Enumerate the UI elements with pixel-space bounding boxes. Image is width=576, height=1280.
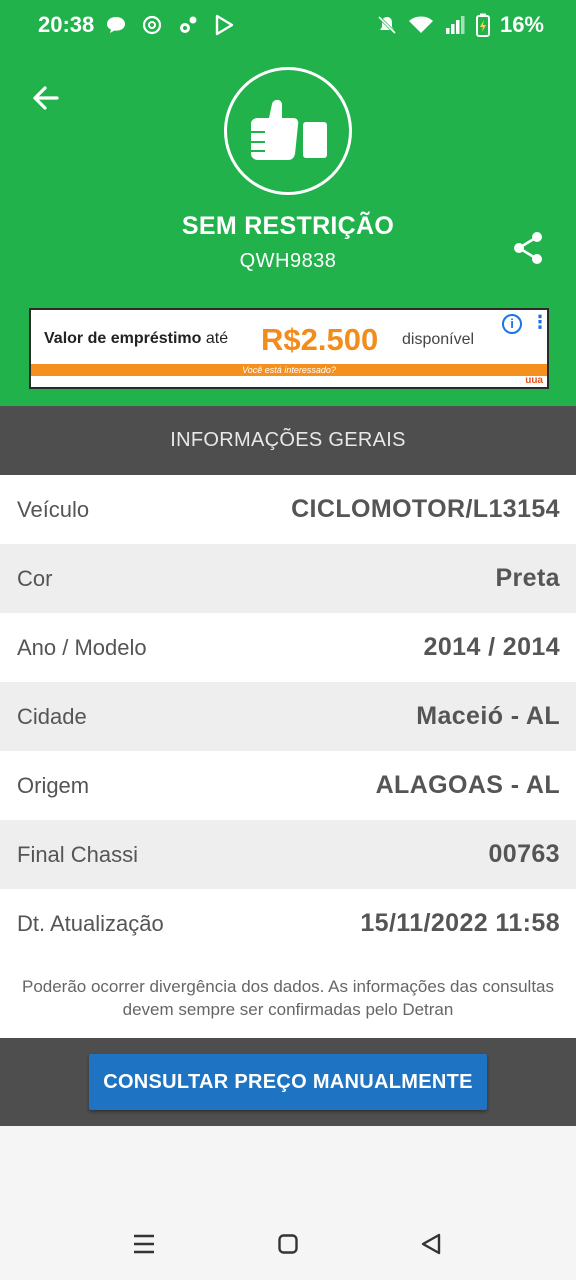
chat-icon [104, 12, 128, 38]
share-icon [514, 232, 542, 264]
info-label: Dt. Atualização [17, 910, 164, 936]
back-button[interactable] [26, 78, 66, 118]
info-value: 2014 / 2014 [423, 633, 560, 661]
ad-strip: Você está interessado? [31, 364, 547, 376]
thumbs-up-icon [251, 99, 327, 160]
menu-icon [134, 1234, 154, 1254]
info-value: 15/11/2022 11:58 [360, 909, 560, 937]
info-label: Final Chassi [17, 841, 139, 867]
header: 20:38 16% SEM RESTRIÇÃO QWH9838 Valor de… [0, 0, 576, 406]
nav-back-button[interactable] [411, 1224, 451, 1264]
info-value: Maceió - AL [416, 702, 560, 730]
system-nav-bar [0, 1126, 576, 1280]
info-row-ano-modelo: Ano / Modelo 2014 / 2014 [0, 613, 576, 682]
play-icon [212, 12, 236, 38]
info-list: Veículo CICLOMOTOR/L13154 Cor Preta Ano … [0, 475, 576, 958]
home-icon [278, 1234, 298, 1254]
info-value: ALAGOAS - AL [375, 771, 560, 799]
info-row-origem: Origem ALAGOAS - AL [0, 751, 576, 820]
info-value: 00763 [488, 840, 560, 868]
info-label: Cidade [17, 703, 87, 729]
openai-icon [140, 12, 164, 38]
ad-text-after: disponível [402, 331, 475, 348]
status-time: 20:38 [38, 12, 95, 37]
nav-menu-button[interactable] [124, 1224, 164, 1264]
wifi-icon [408, 14, 434, 36]
plate-number: QWH9838 [239, 250, 337, 272]
ad-text-small: até [205, 330, 229, 347]
info-row-cor: Cor Preta [0, 544, 576, 613]
mute-icon [376, 14, 398, 36]
info-value: CICLOMOTOR/L13154 [291, 495, 560, 523]
settings-sync-icon [176, 12, 200, 38]
battery-percentage: 16% [499, 12, 544, 37]
info-row-cidade: Cidade Maceió - AL [0, 682, 576, 751]
back-triangle-icon [421, 1233, 441, 1255]
ad-amount: R$2.500 [261, 322, 379, 357]
ad-banner[interactable]: Valor de empréstimo até R$2.500 disponív… [29, 308, 549, 389]
ad-logo: uua [525, 375, 543, 386]
info-label: Veículo [17, 496, 90, 522]
action-bar: CONSULTAR PREÇO MANUALMENTE [0, 1038, 576, 1126]
status-badge [224, 67, 352, 195]
ad-info-icon[interactable]: i [502, 314, 522, 334]
section-title: INFORMAÇÕES GERAIS [0, 406, 576, 475]
nav-home-button[interactable] [268, 1224, 308, 1264]
info-row-veiculo: Veículo CICLOMOTOR/L13154 [0, 475, 576, 544]
info-label: Cor [17, 565, 53, 591]
battery-charging-icon [475, 13, 490, 37]
ad-text-prefix: Valor de empréstimo [44, 330, 202, 347]
ad-more-icon[interactable]: ⋮ [531, 312, 547, 332]
arrow-left-icon [33, 86, 59, 110]
status-bar: 20:38 16% [0, 0, 576, 52]
restriction-status: SEM RESTRIÇÃO [181, 212, 395, 240]
disclaimer-text: Poderão ocorrer divergência dos dados. A… [0, 958, 576, 1038]
signal-icon [444, 14, 466, 36]
info-value: Preta [495, 564, 560, 592]
info-row-atualizacao: Dt. Atualização 15/11/2022 11:58 [0, 889, 576, 958]
consult-price-button[interactable]: CONSULTAR PREÇO MANUALMENTE [89, 1054, 487, 1110]
share-button[interactable] [508, 228, 548, 268]
info-label: Ano / Modelo [17, 634, 147, 660]
info-row-final-chassi: Final Chassi 00763 [0, 820, 576, 889]
info-label: Origem [17, 772, 90, 798]
